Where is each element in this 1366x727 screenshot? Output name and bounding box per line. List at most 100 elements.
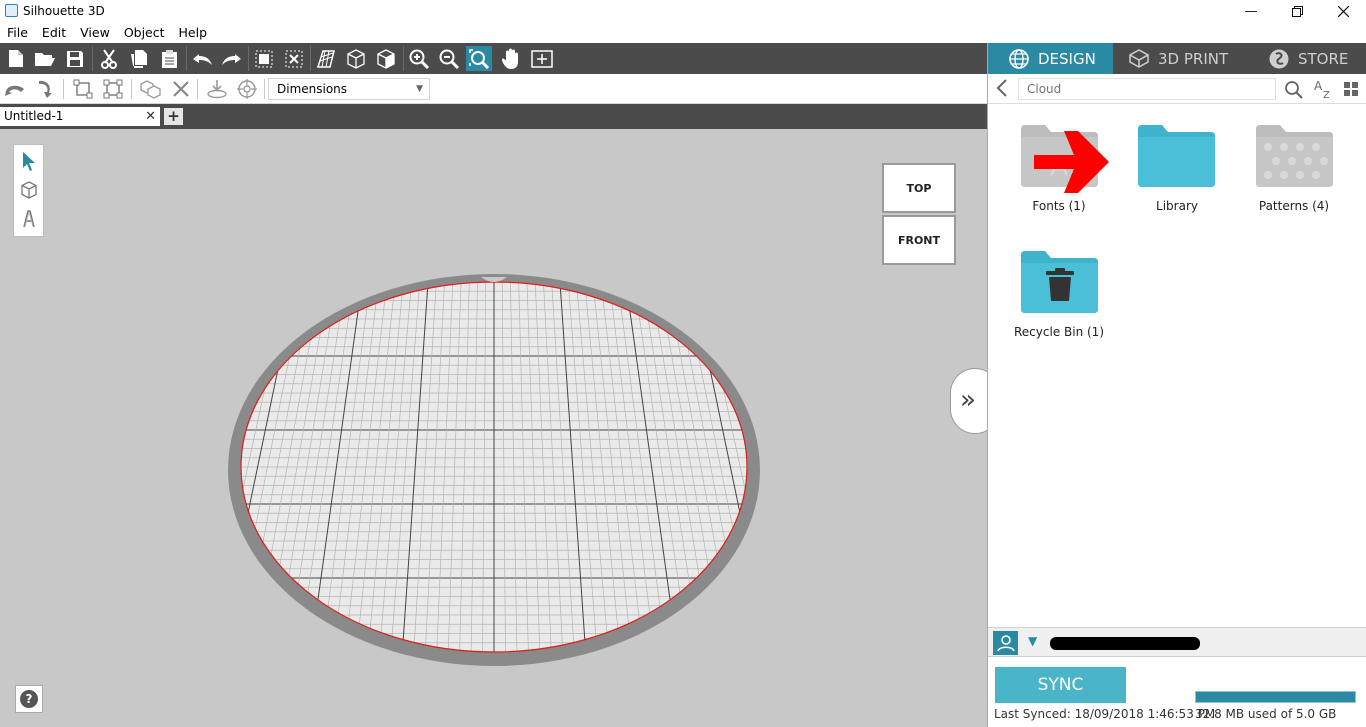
toolbar-separator xyxy=(264,79,265,99)
tab-store-label: STORE xyxy=(1298,49,1349,68)
toolbar-separator xyxy=(92,46,93,71)
redo-button[interactable] xyxy=(219,46,245,71)
resize-button[interactable] xyxy=(100,77,126,101)
back-chevron-icon[interactable] xyxy=(996,79,1008,102)
sync-button[interactable]: SYNC xyxy=(995,667,1126,703)
undo-icon xyxy=(193,53,212,65)
view-cube-front[interactable]: FRONT xyxy=(882,215,956,265)
search-icon[interactable] xyxy=(1284,80,1303,102)
solid-view-button[interactable] xyxy=(373,46,399,71)
toolbar-separator xyxy=(131,79,132,99)
perspective-icon xyxy=(316,49,335,68)
add-tab-button[interactable]: + xyxy=(164,108,183,125)
delete-button[interactable] xyxy=(168,77,194,101)
copy-button[interactable] xyxy=(126,46,152,71)
library-search-input[interactable] xyxy=(1018,78,1276,100)
user-icon[interactable] xyxy=(993,631,1018,655)
annotation-arrow xyxy=(1034,131,1109,193)
minimize-button[interactable]: — xyxy=(1228,0,1274,22)
fit-page-button[interactable] xyxy=(529,46,555,71)
paste-button[interactable] xyxy=(156,46,182,71)
tab-store[interactable]: STORE xyxy=(1268,43,1366,74)
folder-patterns[interactable]: Patterns (4) xyxy=(1244,125,1344,235)
text-tool[interactable] xyxy=(16,205,41,232)
menu-file[interactable]: File xyxy=(0,22,35,43)
close-icon xyxy=(1337,5,1349,17)
zoom-fit-button[interactable] xyxy=(466,46,492,71)
undo-button[interactable] xyxy=(189,46,215,71)
zoom-out-button[interactable] xyxy=(436,46,462,71)
toolbar-separator xyxy=(403,46,404,71)
open-button[interactable] xyxy=(32,46,58,71)
menu-help[interactable]: Help xyxy=(172,22,215,43)
rotate-left-button[interactable] xyxy=(2,77,28,101)
folder-library-label: Library xyxy=(1156,199,1198,213)
folder-fonts-label: Fonts (1) xyxy=(1032,199,1086,213)
save-icon xyxy=(67,50,83,67)
tab-design-label: DESIGN xyxy=(1038,49,1096,68)
minimize-icon: — xyxy=(1244,3,1258,19)
grid-view-icon[interactable] xyxy=(1344,82,1358,99)
globe-icon xyxy=(1008,48,1030,70)
cube-outline-icon xyxy=(347,48,365,69)
design-canvas[interactable]: TOP FRONT » ? xyxy=(0,129,987,727)
folder-gray-pattern-icon xyxy=(1256,125,1333,187)
tab-design[interactable]: DESIGN xyxy=(988,43,1113,74)
drop-to-bed-button[interactable] xyxy=(204,77,230,101)
save-button[interactable] xyxy=(62,46,88,71)
title-bar: Silhouette 3D — xyxy=(0,0,1366,22)
rotate-down-icon xyxy=(39,80,52,98)
toolbar-separator xyxy=(63,79,64,99)
folder-recycle-bin-label: Recycle Bin (1) xyxy=(1014,325,1104,339)
select-all-button[interactable] xyxy=(251,46,277,71)
menu-edit[interactable]: Edit xyxy=(35,22,73,43)
scale-box-icon xyxy=(73,79,93,99)
pan-hand-icon xyxy=(502,48,518,69)
pan-button[interactable] xyxy=(498,46,524,71)
rotate-down-button[interactable] xyxy=(32,77,58,101)
folder-trash-icon xyxy=(1021,251,1098,313)
app-icon xyxy=(5,4,18,17)
expand-panel-button[interactable]: » xyxy=(950,368,987,434)
toolbar-separator xyxy=(186,46,187,71)
sort-az-icon[interactable]: AZ xyxy=(1312,78,1334,103)
shape-tool[interactable] xyxy=(16,176,41,203)
scale-button[interactable] xyxy=(70,77,96,101)
print-bed-3d xyxy=(228,274,760,666)
help-button[interactable]: ? xyxy=(15,685,43,713)
document-tab[interactable]: Untitled-1 ✕ xyxy=(0,107,160,126)
group-button[interactable] xyxy=(138,77,164,101)
view-cube[interactable]: TOP FRONT xyxy=(882,163,956,265)
folder-recycle-bin[interactable]: Recycle Bin (1) xyxy=(1009,251,1109,361)
window-title: Silhouette 3D xyxy=(23,4,105,18)
view-cube-top[interactable]: TOP xyxy=(882,163,956,213)
cut-button[interactable] xyxy=(96,46,122,71)
zoom-in-button[interactable] xyxy=(406,46,432,71)
menu-view[interactable]: View xyxy=(73,22,117,43)
center-button[interactable] xyxy=(234,77,260,101)
cube-solid-icon xyxy=(377,48,395,69)
select-tool[interactable] xyxy=(16,147,41,174)
new-file-icon xyxy=(9,50,23,67)
account-dropdown-icon[interactable]: ▼ xyxy=(1028,634,1037,648)
cube-icon xyxy=(20,180,37,199)
zoom-fit-icon xyxy=(469,48,489,69)
menu-object[interactable]: Object xyxy=(117,22,172,43)
redacted-account-name xyxy=(1050,637,1200,650)
group-cubes-icon xyxy=(140,80,161,99)
delete-x-icon xyxy=(173,81,189,97)
svg-text:Z: Z xyxy=(1323,90,1330,100)
folder-library[interactable]: Library xyxy=(1127,125,1227,235)
close-button[interactable] xyxy=(1320,0,1366,22)
panel-tab-bar: DESIGN 3D PRINT STORE xyxy=(988,43,1366,74)
close-tab-icon[interactable]: ✕ xyxy=(145,107,156,126)
deselect-button[interactable] xyxy=(281,46,307,71)
rotate-left-icon xyxy=(5,85,24,96)
dimensions-dropdown[interactable]: Dimensions ▼ xyxy=(268,78,430,100)
document-tab-bar: Untitled-1 ✕ + xyxy=(0,104,987,129)
new-file-button[interactable] xyxy=(3,46,29,71)
wireframe-view-button[interactable] xyxy=(343,46,369,71)
restore-button[interactable] xyxy=(1274,0,1320,22)
tab-3d-print[interactable]: 3D PRINT xyxy=(1128,43,1258,74)
perspective-button[interactable] xyxy=(313,46,339,71)
